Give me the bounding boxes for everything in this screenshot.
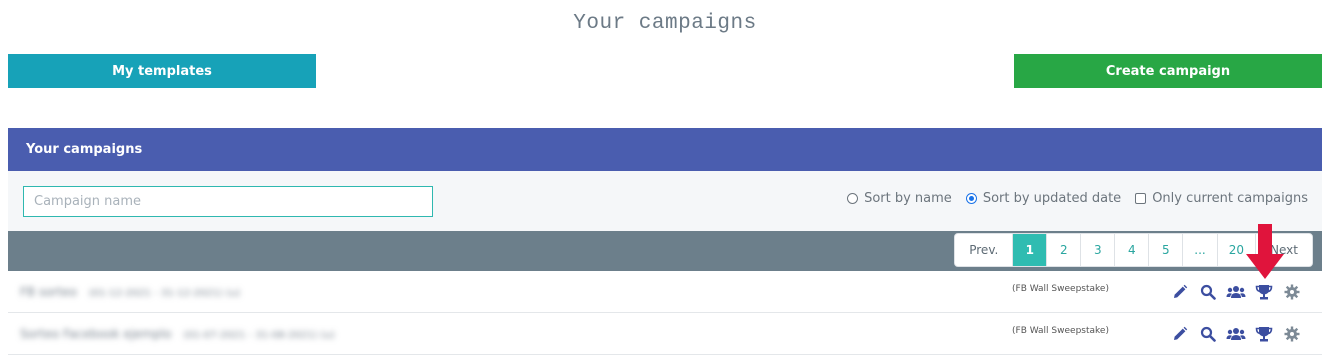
page-ellipsis: ... (1182, 234, 1217, 266)
search-icon[interactable] (1198, 283, 1218, 301)
users-icon[interactable] (1226, 283, 1246, 301)
campaign-dates: (01-12-2021 - 31-12-2021) (u) (88, 288, 241, 299)
campaign-type: (FB Wall Sweepstake) (1012, 284, 1109, 294)
row-actions (1170, 325, 1302, 343)
sort-by-name-radio[interactable] (847, 193, 859, 204)
sort-by-updated-label: Sort by updated date (982, 191, 1122, 206)
only-current-label: Only current campaigns (1152, 191, 1308, 206)
filter-bar: Sort by name Sort by updated date Only c… (8, 171, 1322, 231)
page-link-1[interactable]: 1 (1012, 234, 1047, 266)
pagination-prev[interactable]: Prev. (955, 234, 1013, 266)
users-icon[interactable] (1226, 325, 1246, 343)
sort-options: Sort by name Sort by updated date Only c… (847, 191, 1308, 206)
gear-icon[interactable] (1282, 283, 1302, 301)
sort-by-updated-option[interactable]: Sort by updated date (965, 191, 1122, 206)
sort-by-name-option[interactable]: Sort by name (847, 191, 952, 206)
campaign-name[interactable]: FB sorteo (01-12-2021 - 31-12-2021) (u) (20, 285, 240, 299)
campaign-name[interactable]: Sorteo Facebook ejemplo (01-07-2021 - 31-… (20, 327, 335, 341)
row-actions (1170, 283, 1302, 301)
sort-by-updated-radio[interactable] (965, 193, 977, 204)
campaign-row: FB sorteo (01-12-2021 - 31-12-2021) (u) (… (8, 271, 1322, 313)
page-link-2[interactable]: 2 (1046, 234, 1081, 266)
page-link-4[interactable]: 4 (1114, 234, 1149, 266)
campaign-row: Sorteo Facebook ejemplo (01-07-2021 - 31-… (8, 313, 1322, 355)
campaign-name-text: FB sorteo (20, 285, 77, 299)
pencil-icon[interactable] (1170, 283, 1190, 301)
gear-icon[interactable] (1282, 325, 1302, 343)
search-icon[interactable] (1198, 325, 1218, 343)
panel-header: Your campaigns (8, 128, 1322, 171)
campaign-search-input[interactable] (23, 186, 433, 217)
create-campaign-button[interactable]: Create campaign (1014, 54, 1322, 88)
page-title: Your campaigns (573, 12, 757, 35)
only-current-option[interactable]: Only current campaigns (1135, 191, 1308, 206)
page-link-5[interactable]: 5 (1148, 234, 1183, 266)
my-templates-button[interactable]: My templates (8, 54, 316, 88)
pencil-icon[interactable] (1170, 325, 1190, 343)
page-link-3[interactable]: 3 (1080, 234, 1115, 266)
annotation-arrow-icon (1246, 224, 1284, 279)
only-current-checkbox[interactable] (1135, 193, 1147, 204)
trophy-icon[interactable] (1254, 283, 1274, 301)
campaign-name-text: Sorteo Facebook ejemplo (20, 327, 172, 341)
campaign-dates: (01-07-2021 - 31-08-2021) (u) (183, 330, 335, 341)
sort-by-name-label: Sort by name (864, 191, 952, 206)
pagination-bar: Prev. 1 2 3 4 5 ... 20 Next (8, 231, 1322, 271)
campaign-type: (FB Wall Sweepstake) (1012, 326, 1109, 336)
campaigns-panel: Your campaigns Sort by name Sort by upda… (8, 128, 1322, 355)
trophy-icon[interactable] (1254, 325, 1274, 343)
